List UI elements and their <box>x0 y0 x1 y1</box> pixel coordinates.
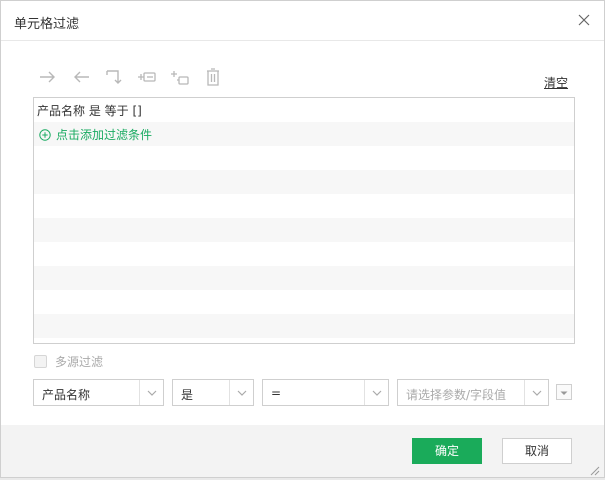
empty-row <box>34 218 574 242</box>
empty-row <box>34 266 574 290</box>
dialog-title: 单元格过滤 <box>14 17 80 32</box>
empty-row <box>34 314 574 338</box>
swap-icon[interactable] <box>103 66 125 88</box>
ok-button[interactable]: 确定 <box>412 438 482 464</box>
chevron-down-icon[interactable] <box>364 380 388 405</box>
relation-select-value: 是 <box>181 388 194 402</box>
condition-list: 产品名称 是 等于 [] 点击添加过滤条件 <box>33 97 575 344</box>
chevron-down-icon[interactable] <box>229 380 253 405</box>
param-select-placeholder: 请选择参数/字段值 <box>406 388 507 402</box>
add-sub-condition-icon[interactable] <box>169 66 191 88</box>
chevron-down-icon[interactable] <box>139 380 163 405</box>
resize-handle-icon[interactable] <box>588 461 600 476</box>
add-condition-icon[interactable] <box>136 66 158 88</box>
field-select[interactable]: 产品名称 <box>33 379 164 406</box>
close-icon[interactable] <box>576 12 592 28</box>
clear-link[interactable]: 清空 <box>544 74 568 91</box>
cancel-button[interactable]: 取消 <box>502 438 572 464</box>
empty-row <box>34 170 574 194</box>
operator-select-value: = <box>271 386 282 400</box>
add-condition-label: 点击添加过滤条件 <box>56 128 153 142</box>
empty-row <box>34 194 574 218</box>
condition-row[interactable]: 产品名称 是 等于 [] <box>34 98 574 122</box>
empty-row <box>34 242 574 266</box>
param-type-dropdown[interactable] <box>556 384 572 400</box>
cell-filter-dialog: 单元格过滤 清空 产品名称 是 等于 [] 点击添加过滤条件 多源过滤 产品名称… <box>0 0 605 478</box>
empty-row <box>34 290 574 314</box>
add-condition-link[interactable]: 点击添加过滤条件 <box>39 126 152 143</box>
multi-source-checkbox[interactable] <box>34 355 47 368</box>
param-select[interactable]: 请选择参数/字段值 <box>397 379 549 406</box>
indent-right-icon[interactable] <box>37 66 59 88</box>
relation-select[interactable]: 是 <box>172 379 254 406</box>
add-circle-icon <box>39 128 51 141</box>
indent-left-icon[interactable] <box>70 66 92 88</box>
chevron-down-icon[interactable] <box>524 380 548 405</box>
add-condition-row: 点击添加过滤条件 <box>34 122 574 146</box>
multi-source-filter: 多源过滤 <box>34 353 103 370</box>
multi-source-label: 多源过滤 <box>55 355 104 369</box>
condition-text: 产品名称 是 等于 [] <box>37 104 142 118</box>
field-select-value: 产品名称 <box>42 388 91 402</box>
delete-icon[interactable] <box>202 66 224 88</box>
dialog-header: 单元格过滤 <box>1 1 604 41</box>
dialog-footer: 确定 取消 <box>1 425 604 477</box>
empty-row <box>34 146 574 170</box>
operator-select[interactable]: = <box>262 379 389 406</box>
